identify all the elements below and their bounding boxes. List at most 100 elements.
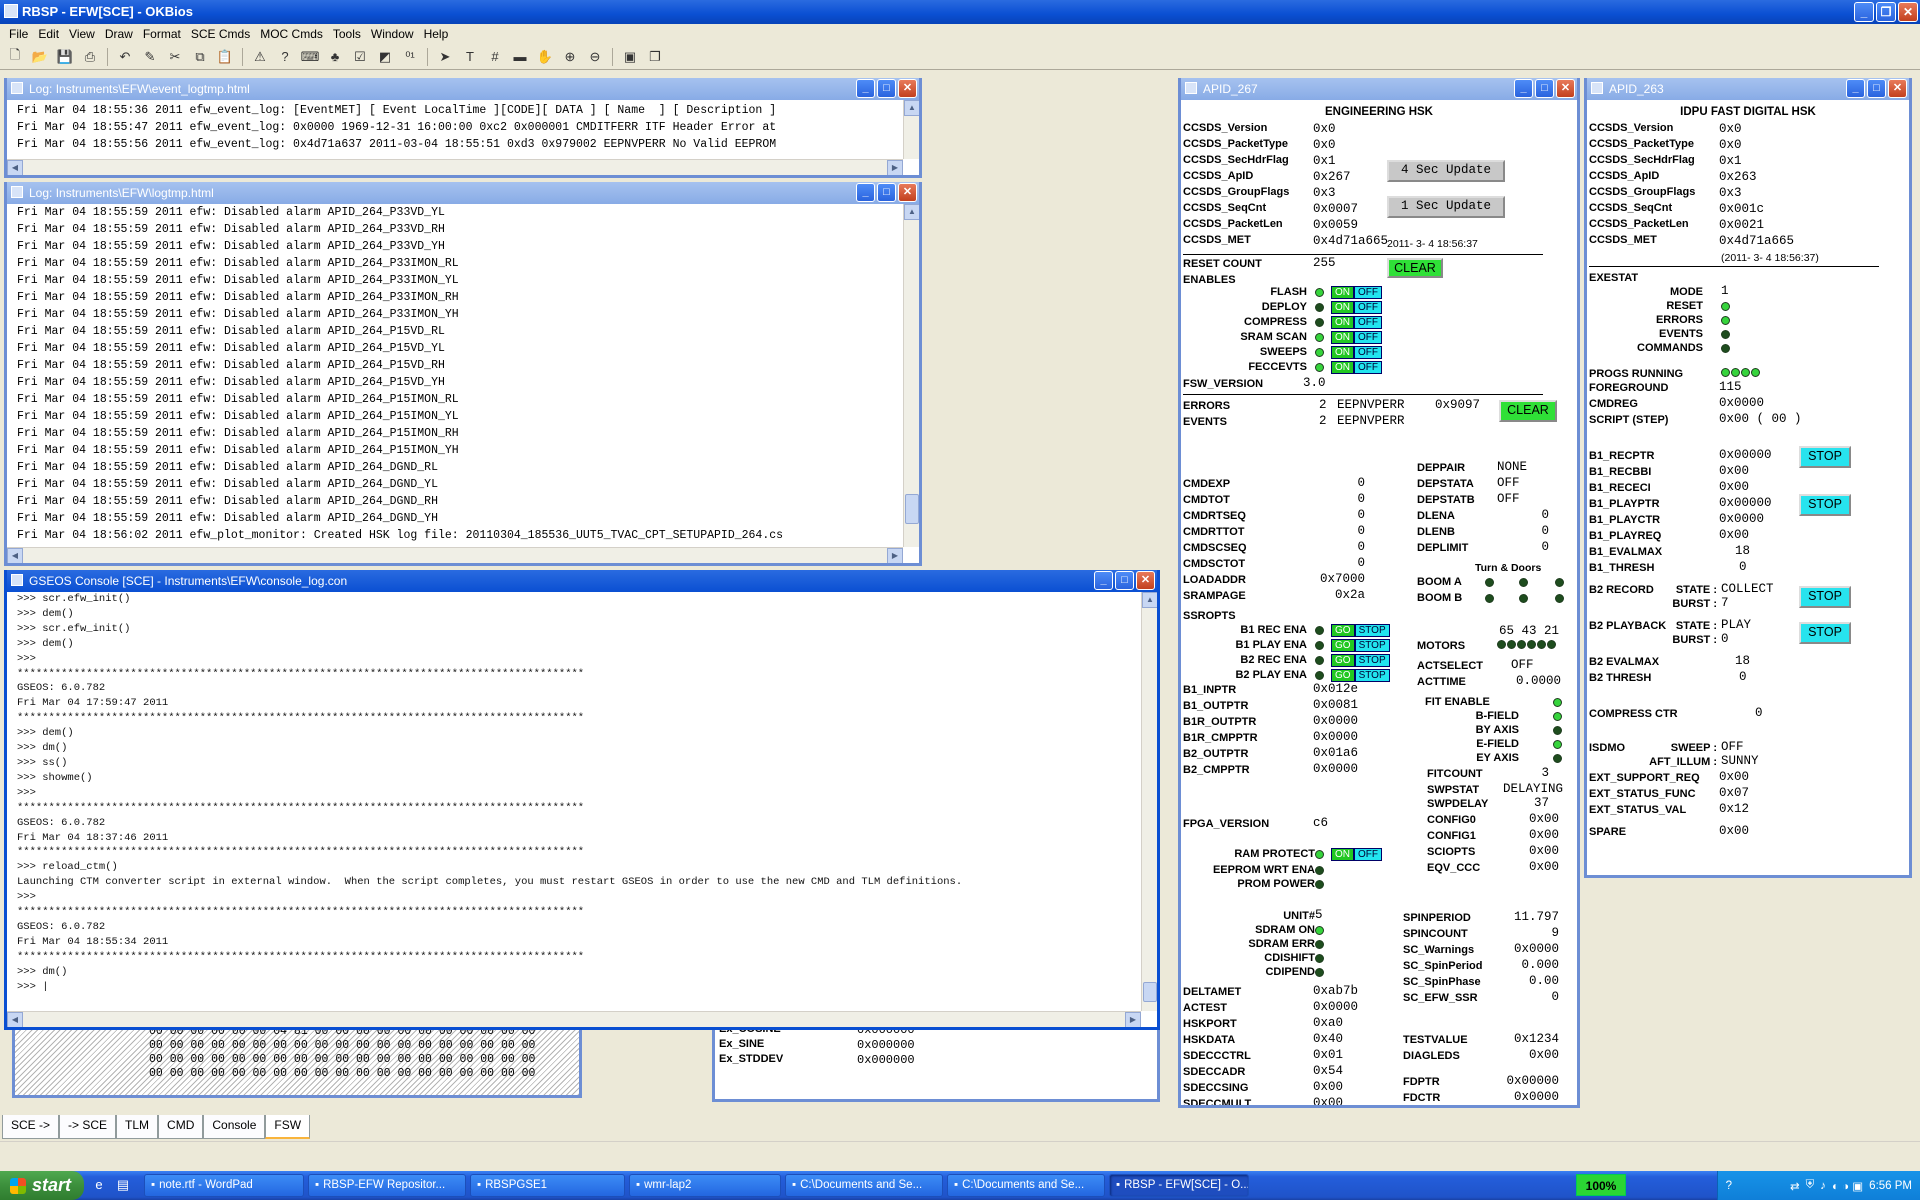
open-icon[interactable]: 📂 (29, 47, 51, 67)
help-icon[interactable]: ? (1726, 1180, 1732, 1192)
console-titlebar[interactable]: GSEOS Console [SCE] - Instruments\EFW\co… (7, 570, 1157, 592)
tile-icon[interactable]: ▣ (619, 47, 641, 67)
tab-fsw[interactable]: FSW (265, 1115, 311, 1139)
enable-toggle-off[interactable]: OFF (1354, 346, 1382, 359)
b1-play-stop-button[interactable]: STOP (1799, 494, 1851, 516)
tab-console[interactable]: Console (203, 1115, 266, 1139)
clock[interactable]: 6:56 PM (1869, 1180, 1912, 1192)
event-log-vscroll[interactable]: ▲ (903, 100, 919, 159)
log-titlebar[interactable]: Log: Instruments\EFW\logtmp.html _ □ ✕ (7, 182, 919, 204)
new-icon[interactable]: 🗋 (4, 47, 26, 67)
close-button[interactable]: ✕ (1136, 571, 1155, 590)
enable-toggle-off[interactable]: OFF (1354, 316, 1382, 329)
minimize-button[interactable]: _ (856, 79, 875, 98)
menu-file[interactable]: File (4, 27, 33, 41)
apid-267-titlebar[interactable]: APID_267 _ □ ✕ (1181, 78, 1577, 100)
ram-protect-toggle[interactable]: ON OFF (1331, 848, 1382, 861)
enable-toggle-on[interactable]: ON (1331, 361, 1354, 374)
enable-toggle[interactable]: ON OFF (1331, 286, 1382, 299)
1-sec-update-button[interactable]: 1 Sec Update (1387, 196, 1505, 218)
ssr-toggle-on[interactable]: GO (1331, 624, 1355, 637)
zoom-out-icon[interactable]: ⊖ (584, 47, 606, 67)
apid-263-titlebar[interactable]: APID_263 _ □ ✕ (1587, 78, 1909, 100)
pen-icon[interactable]: ✎ (139, 47, 161, 67)
console-vscroll[interactable]: ▲ (1141, 592, 1157, 1011)
help-icon[interactable]: ? (274, 47, 296, 67)
enable-toggle[interactable]: ON OFF (1331, 331, 1382, 344)
minimize-button[interactable]: _ (856, 183, 875, 202)
save-icon[interactable]: 💾 (54, 47, 76, 67)
menu-format[interactable]: Format (138, 27, 186, 41)
close-button[interactable]: ✕ (1898, 2, 1918, 22)
maximize-button[interactable]: □ (877, 79, 896, 98)
ssr-toggle[interactable]: GO STOP (1331, 669, 1390, 682)
taskbar-button[interactable]: ▪ C:\Documents and Se... (947, 1174, 1105, 1197)
menu-moc-cmds[interactable]: MOC Cmds (255, 27, 328, 41)
ssr-toggle-off[interactable]: STOP (1354, 639, 1390, 652)
b2-record-stop-button[interactable]: STOP (1799, 586, 1851, 608)
close-button[interactable]: ✕ (1888, 79, 1907, 98)
enable-toggle[interactable]: ON OFF (1331, 301, 1382, 314)
close-button[interactable]: ✕ (1556, 79, 1575, 98)
enable-toggle-off[interactable]: OFF (1354, 301, 1382, 314)
ie-icon[interactable]: e (90, 1177, 108, 1195)
maximize-button[interactable]: □ (1535, 79, 1554, 98)
menu-edit[interactable]: Edit (33, 27, 64, 41)
tab-tlm[interactable]: TLM (116, 1115, 159, 1139)
enable-toggle-on[interactable]: ON (1331, 301, 1354, 314)
minimize-button[interactable]: _ (1846, 79, 1865, 98)
cut-icon[interactable]: ✂ (164, 47, 186, 67)
maximize-button[interactable]: □ (1115, 571, 1134, 590)
b1-rec-stop-button[interactable]: STOP (1799, 446, 1851, 468)
minimize-button[interactable]: _ (1514, 79, 1533, 98)
cascade-icon[interactable]: ❐ (644, 47, 666, 67)
tab-sce[interactable]: SCE -> (2, 1115, 60, 1139)
event-log-titlebar[interactable]: Log: Instruments\EFW\event_logtmp.html _… (7, 78, 919, 100)
binary-icon[interactable]: ⁰¹ (399, 47, 421, 67)
ssr-toggle[interactable]: GO STOP (1331, 624, 1390, 637)
tree-icon[interactable]: ♣ (324, 47, 346, 67)
hand-icon[interactable]: ✋ (534, 47, 556, 67)
minimize-button[interactable]: _ (1854, 2, 1874, 22)
ssr-toggle[interactable]: GO STOP (1331, 639, 1390, 652)
keyboard-icon[interactable]: ⌨ (299, 47, 321, 67)
taskbar-button[interactable]: ▪ note.rtf - WordPad (144, 1174, 304, 1197)
clear-reset-button[interactable]: CLEAR (1387, 258, 1443, 278)
network-icon[interactable]: ⇄ (1790, 1179, 1800, 1193)
print-icon[interactable]: ⎙ (79, 47, 101, 67)
taskbar-button[interactable]: ▪ wmr-lap2 (629, 1174, 781, 1197)
shield-icon[interactable]: ⛨ (1806, 1179, 1815, 1192)
log-vscroll[interactable]: ▲ (903, 204, 919, 547)
text-icon[interactable]: T (459, 47, 481, 67)
ssr-toggle-off[interactable]: STOP (1354, 654, 1390, 667)
numeric-icon[interactable]: # (484, 47, 506, 67)
box-icon[interactable]: ▬ (509, 47, 531, 67)
console-hscroll[interactable]: ◀ ▶ (7, 1011, 1141, 1027)
tab-sce[interactable]: -> SCE (59, 1115, 117, 1139)
log-hscroll[interactable]: ◀ ▶ (7, 547, 903, 563)
ssr-toggle[interactable]: GO STOP (1331, 654, 1390, 667)
maximize-button[interactable]: □ (1867, 79, 1886, 98)
ssr-toggle-on[interactable]: GO (1331, 654, 1355, 667)
chart-icon[interactable]: ◩ (374, 47, 396, 67)
ssr-toggle-off[interactable]: STOP (1354, 669, 1390, 682)
ssr-toggle-on[interactable]: GO (1331, 669, 1355, 682)
enable-toggle-off[interactable]: OFF (1354, 331, 1382, 344)
enable-toggle-on[interactable]: ON (1331, 286, 1354, 299)
enable-toggle-off[interactable]: OFF (1354, 361, 1382, 374)
tray-icons[interactable]: ◐ ◑ ▣ (1832, 1179, 1863, 1193)
b2-playback-stop-button[interactable]: STOP (1799, 622, 1851, 644)
menu-sce-cmds[interactable]: SCE Cmds (186, 27, 255, 41)
enable-toggle-off[interactable]: OFF (1354, 286, 1382, 299)
menu-view[interactable]: View (64, 27, 100, 41)
desktop-icon[interactable]: ▤ (114, 1177, 132, 1195)
console-text[interactable]: >>> scr.efw_init() >>> dem() >>> scr.efw_i… (7, 592, 1157, 994)
zoom-indicator[interactable]: 100% (1576, 1174, 1626, 1196)
ssr-toggle-off[interactable]: STOP (1354, 624, 1390, 637)
ram-protect-toggle-on[interactable]: ON (1331, 848, 1354, 861)
clear-errors-button[interactable]: CLEAR (1499, 400, 1557, 422)
menu-tools[interactable]: Tools (328, 27, 366, 41)
taskbar-button[interactable]: ▪ RBSP - EFW[SCE] - O... (1109, 1174, 1249, 1197)
menu-draw[interactable]: Draw (100, 27, 138, 41)
copy-icon[interactable]: ⧉ (189, 47, 211, 67)
